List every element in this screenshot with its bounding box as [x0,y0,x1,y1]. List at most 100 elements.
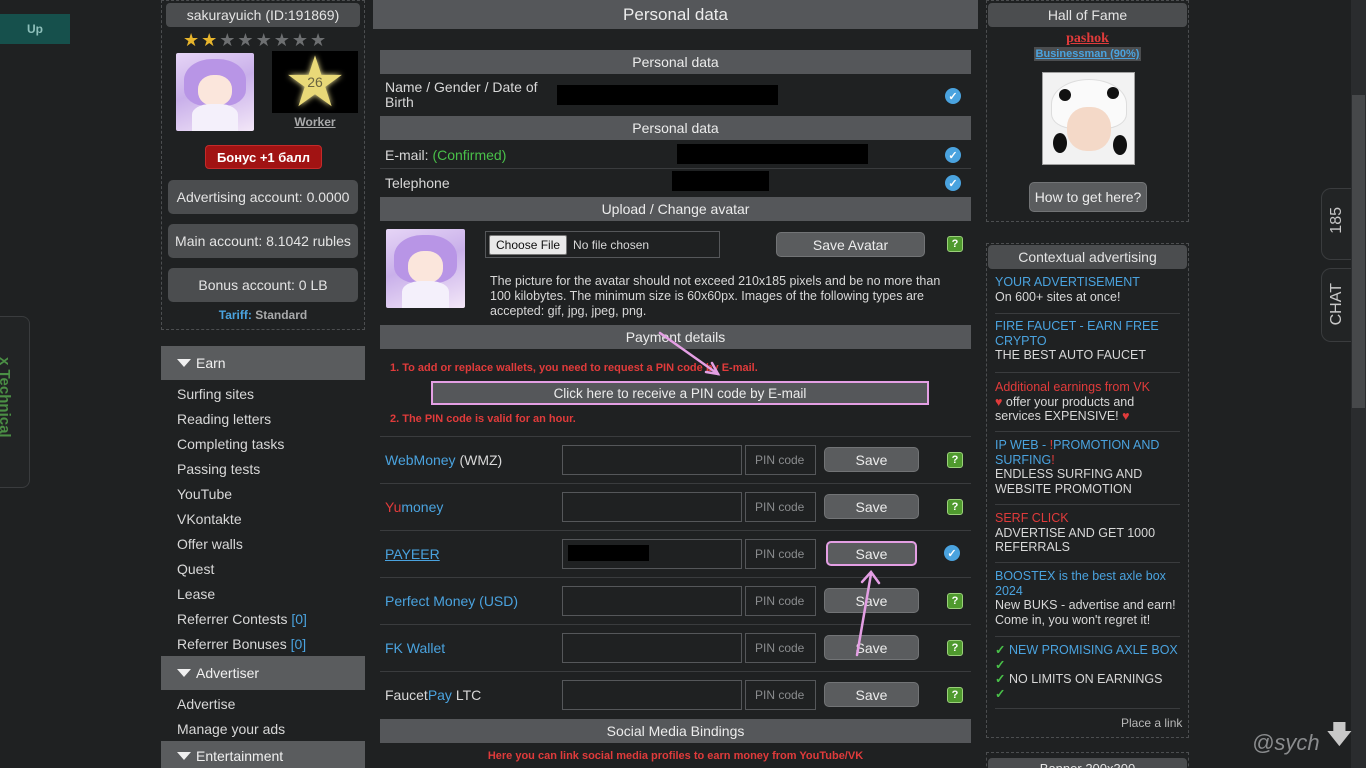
ad-title[interactable]: Additional earnings from VK [995,380,1180,395]
count-badge: [0] [290,636,307,652]
scrollbar-thumb[interactable] [1352,95,1365,408]
online-counter: 185 [1328,207,1345,234]
menu-header-advertiser[interactable]: Advertiser [161,656,365,690]
user-avatar[interactable] [176,53,254,131]
menu-header-earn[interactable]: Earn [161,346,365,380]
menu-item-tasks[interactable]: Completing tasks [177,436,284,452]
fk-save-button[interactable]: Save [824,635,919,660]
advertising-account[interactable]: Advertising account: 0.0000 [168,180,358,214]
menu-item-surfing[interactable]: Surfing sites [177,386,254,402]
help-icon[interactable]: ? [947,499,963,515]
how-to-get-here-button[interactable]: How to get here? [1029,182,1147,212]
check-icon: ✓ [995,643,1006,657]
wallet-name-part: money [401,499,444,515]
perfect-money-wallet-input[interactable] [562,586,742,616]
ad-item[interactable]: ✓ NEW PROMISING AXLE BOX ✓ ✓ NO LIMITS O… [995,643,1180,701]
status-link[interactable]: Worker [272,115,358,129]
telephone-label: Telephone [385,175,450,191]
divider [995,504,1180,505]
ad-desc: NO LIMITS ON EARNINGS [1008,672,1163,686]
email-label-text: E-mail: [385,147,429,163]
ad-title[interactable]: BOOSTEX is the best axle box 2024 [995,569,1180,598]
ad-item[interactable]: FIRE FAUCET - EARN FREE CRYPTO THE BEST A… [995,319,1180,363]
yumoney-pin-input[interactable]: PIN code [745,492,816,522]
banner-title: Banner 200x300 [988,758,1187,768]
confirmed-check-icon: ✓ [944,545,960,561]
up-button[interactable]: Up [0,14,70,44]
faucetpay-pin-input[interactable]: PIN code [745,680,816,710]
ad-item[interactable]: BOOSTEX is the best axle box 2024 New BUK… [995,569,1180,627]
save-avatar-button[interactable]: Save Avatar [776,232,925,257]
yumoney-save-button[interactable]: Save [824,494,919,519]
webmoney-save-button[interactable]: Save [824,447,919,472]
chat-label: CHAT [1328,283,1345,326]
ad-title[interactable]: NEW PROMISING AXLE BOX [1009,643,1178,657]
wallet-yumoney-label: Yumoney [385,499,443,515]
divider [995,372,1180,373]
wallet-payeer-label[interactable]: PAYEER [385,546,440,562]
bonus-button[interactable]: Бонус +1 балл [205,145,322,169]
help-icon[interactable]: ? [947,640,963,656]
perfect-money-save-button[interactable]: Save [824,588,919,613]
faucetpay-wallet-input[interactable] [562,680,742,710]
payeer-pin-input[interactable]: PIN code [745,539,816,569]
ad-desc: ♥ offer your products and services EXPEN… [995,395,1180,424]
ad-title[interactable]: IP WEB - !PROMOTION AND SURFING! [995,438,1180,467]
main-account[interactable]: Main account: 8.1042 rubles [168,224,358,258]
ad-title[interactable]: SERF CLICK [995,511,1180,526]
yumoney-wallet-input[interactable] [562,492,742,522]
faucetpay-save-button[interactable]: Save [824,682,919,707]
menu-item-reading-letters[interactable]: Reading letters [177,411,271,427]
request-pin-button[interactable]: Click here to receive a PIN code by E-ma… [431,381,929,405]
ad-item[interactable]: SERF CLICK ADVERTISE AND GET 1000 REFERRA… [995,511,1180,555]
bonus-account[interactable]: Bonus account: 0 LB [168,268,358,302]
contextual-ads-title: Contextual advertising [988,245,1187,269]
menu-item-advertise[interactable]: Advertise [177,696,235,712]
star-icon: ★ [219,30,238,50]
help-icon[interactable]: ? [947,687,963,703]
menu-header-label: Earn [196,355,226,371]
perfect-money-pin-input[interactable]: PIN code [745,586,816,616]
webmoney-wallet-input[interactable] [562,445,742,475]
menu-item-referrer-bonuses[interactable]: Referrer Bonuses [0] [177,636,306,652]
menu-item-tests[interactable]: Passing tests [177,461,260,477]
webmoney-pin-input[interactable]: PIN code [745,445,816,475]
ad-item[interactable]: IP WEB - !PROMOTION AND SURFING! ENDLESS … [995,438,1180,496]
technical-tab[interactable]: x Technical [0,316,30,488]
ad-item[interactable]: Additional earnings from VK ♥ offer your … [995,380,1180,424]
confirmed-check-icon: ✓ [945,175,961,191]
tariff-value[interactable]: Standard [255,308,307,322]
ad-item[interactable]: YOUR ADVERTISEMENT On 600+ sites at once! [995,275,1180,304]
menu-item-referrer-contests[interactable]: Referrer Contests [0] [177,611,307,627]
avatar-note: The picture for the avatar should not ex… [490,274,941,318]
ad-title[interactable]: YOUR ADVERTISEMENT [995,275,1180,290]
menu-header-label: Entertainment [196,748,284,764]
choose-file-button[interactable]: Choose File [489,234,568,255]
menu-item-manage-ads[interactable]: Manage your ads [177,721,285,737]
divider [380,436,971,437]
menu-item-offer-walls[interactable]: Offer walls [177,536,243,552]
ad-title[interactable]: FIRE FAUCET - EARN FREE CRYPTO [995,319,1180,348]
username[interactable]: sakurayuich (ID:191869) [166,3,360,27]
menu-item-youtube[interactable]: YouTube [177,486,232,502]
menu-item-lease[interactable]: Lease [177,586,215,602]
hof-rank-label[interactable]: Businessman (90%) [1033,47,1142,61]
help-icon[interactable]: ? [947,236,963,252]
wallet-currency: LTC [451,687,482,703]
menu-item-vkontakte[interactable]: VKontakte [177,511,242,527]
file-input[interactable]: Choose File No file chosen [485,231,720,258]
fk-wallet-input[interactable] [562,633,742,663]
redacted-payeer [568,545,649,561]
place-link[interactable]: Place a link [1121,716,1182,730]
divider [380,483,971,484]
menu-item-quest[interactable]: Quest [177,561,214,577]
help-icon[interactable]: ? [947,593,963,609]
star-icon: ★ [183,30,202,50]
hof-username[interactable]: pashok [986,31,1189,47]
check-icon: ✓ [995,686,1006,701]
payeer-save-button[interactable]: Save [826,541,917,566]
confirmed-check-icon: ✓ [945,88,961,104]
menu-header-entertainment[interactable]: Entertainment [161,741,365,768]
fk-pin-input[interactable]: PIN code [745,633,816,663]
help-icon[interactable]: ? [947,452,963,468]
